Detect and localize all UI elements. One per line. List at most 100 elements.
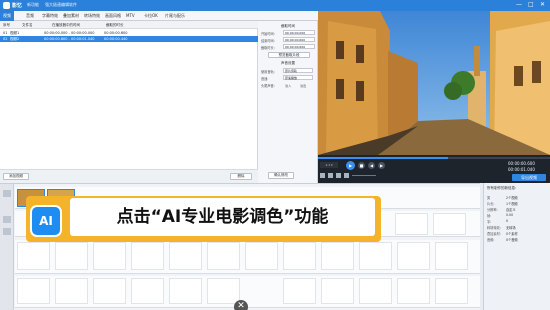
tab-audio[interactable]: 音频 — [26, 13, 34, 19]
current-time: 00:00:00.600 — [508, 161, 535, 166]
add-video-button[interactable]: 添加视频 — [3, 173, 29, 180]
section-trim-title: 截取时间 — [281, 24, 295, 28]
track-slot — [321, 278, 354, 304]
tab-mtv[interactable]: MTV — [126, 13, 135, 18]
menu-bar: 视频 音频 字幕特效 叠加素材 转场特效 画面风格 MTV 卡拉OK 片尾与配乐 — [0, 11, 318, 21]
start-time-field[interactable]: 00:00:00.000 — [283, 30, 315, 35]
track-slot — [435, 278, 468, 304]
info-label: 分辨率: — [487, 208, 498, 212]
row-duration: 00:00:00.440 — [104, 37, 128, 41]
track-slot — [433, 213, 466, 235]
subtitle-icon[interactable] — [3, 216, 11, 223]
tab-video[interactable]: 视频 — [0, 11, 14, 21]
tab-overlay-material[interactable]: 叠加素材 — [63, 13, 79, 19]
export-video-button[interactable]: 导出视频 — [512, 174, 546, 181]
info-label: 叠加素材: — [487, 232, 501, 236]
app-name: 影忆 — [12, 3, 23, 9]
player-controls: 1:1 ▾ ▶ ■ ◀ ▶ 00:00:00.600 00:00:01.040 … — [318, 155, 550, 183]
list-header: 序号 文件名 在播放器中的时间 截取的时长 — [0, 21, 258, 29]
prev-frame-button[interactable]: ◀ — [368, 162, 375, 169]
maximize-icon[interactable]: □ — [528, 1, 534, 8]
callout-text: 点击“AI专业电影调色”功能 — [116, 207, 329, 227]
speed-select[interactable]: 原速播放 — [283, 75, 313, 80]
col-duration: 截取的时长 — [106, 23, 124, 27]
music-icon[interactable] — [3, 228, 11, 235]
track-slot — [283, 278, 316, 304]
title-bar: 影忆 新功能 强大极速编辑软件 — □ ✕ — [0, 0, 550, 11]
zoom-select[interactable]: 1:1 ▾ — [320, 162, 338, 168]
folder-icon[interactable] — [328, 173, 333, 178]
section-audio-title: 声音设置 — [281, 61, 295, 65]
track-slot — [397, 242, 430, 270]
track-slot — [93, 278, 126, 304]
next-frame-button[interactable]: ▶ — [378, 162, 385, 169]
track-slot — [169, 278, 202, 304]
delete-button[interactable]: 删除 — [230, 173, 252, 180]
clip-settings-panel: 截取时间 开始时间: 00:00:00.000 结束时间: 00:00:00.6… — [258, 21, 318, 183]
info-value: 0个素材 — [506, 232, 518, 236]
track-slot — [397, 278, 430, 304]
project-info-panel: 所有制作的新信息: 类 2个视频 片长: 1个视频 分辨率: 自定义 帧: 0.… — [483, 183, 550, 310]
tab-karaoke[interactable]: 卡拉OK — [144, 13, 158, 19]
track-slot — [17, 242, 50, 270]
overlay-track — [15, 240, 480, 274]
col-index: 序号 — [3, 23, 10, 27]
end-time-field[interactable]: 00:00:00.600 — [283, 37, 315, 42]
player-tool-icons — [320, 173, 380, 179]
audio-track-label: 使用音轨: — [261, 70, 275, 74]
tab-transitions[interactable]: 转场特效 — [84, 13, 100, 19]
preview-frame-image — [318, 11, 550, 155]
info-label: 帧: — [487, 214, 492, 218]
stop-button[interactable]: ■ — [358, 162, 365, 169]
track-slot — [17, 278, 50, 304]
close-window-icon[interactable]: ✕ — [540, 1, 545, 8]
tab-subtitle-effects[interactable]: 字幕特效 — [42, 13, 58, 19]
row-index: 02 — [3, 37, 8, 41]
audio-track-select[interactable]: 原片音轨 — [283, 68, 313, 73]
timeline-toolbar — [0, 184, 14, 310]
audio-track — [15, 276, 480, 308]
preview-clip-button[interactable]: 预览截取片段 — [268, 52, 310, 58]
track-slot — [131, 278, 164, 304]
row-range: 00:00:00.600 - 00:00:01.040 — [44, 37, 95, 41]
start-time-label: 开始时间: — [261, 32, 275, 36]
info-value: 自定义 — [506, 208, 516, 212]
end-time-label: 结束时间: — [261, 39, 275, 43]
play-button[interactable]: ▶ — [346, 161, 355, 170]
volume-slider[interactable] — [352, 175, 376, 176]
track-slot — [395, 213, 428, 235]
info-value: 0.00 — [506, 213, 514, 217]
tab-picture-style[interactable]: 画面风格 — [105, 13, 121, 19]
video-preview — [318, 11, 550, 155]
track-slot — [359, 278, 392, 304]
table-row[interactable]: 02 视频2 00:00:00.600 - 00:00:01.040 00:00… — [0, 36, 258, 42]
new-feature-link[interactable]: 新功能 — [27, 2, 39, 8]
ai-icon-label: AI — [39, 214, 53, 228]
fade-in-checkbox[interactable]: 淡入 — [285, 83, 291, 88]
snapshot-icon[interactable] — [320, 173, 325, 178]
fade-out-checkbox[interactable]: 淡出 — [300, 83, 306, 88]
fade-label: 头尾声音: — [261, 84, 275, 88]
duration-field[interactable]: 00:00:00.600 — [283, 44, 315, 49]
row-duration: 00:00:00.600 — [104, 31, 128, 35]
confirm-changes-button[interactable]: 确认修改 — [268, 172, 294, 179]
duration-label: 截取时长: — [261, 46, 275, 50]
minimize-icon[interactable]: — — [516, 1, 522, 8]
progress-track[interactable] — [318, 157, 550, 159]
list-footer: 添加视频 删除 — [0, 169, 258, 183]
track-slot — [283, 242, 316, 270]
info-label: 音频: — [487, 238, 495, 242]
volume-icon[interactable] — [344, 173, 349, 178]
col-time-range: 在播放器中的时间 — [52, 23, 80, 27]
project-info-title: 所有制作的新信息: — [487, 186, 517, 190]
total-time: 00:00:01.040 — [508, 167, 535, 172]
close-icon[interactable]: ✕ — [234, 300, 248, 310]
settings-icon[interactable] — [336, 173, 341, 178]
speed-label: 音速: — [261, 77, 269, 81]
cut-icon[interactable] — [3, 190, 11, 197]
track-slot — [169, 242, 202, 270]
track-slot — [321, 242, 354, 270]
info-value: 0个音频 — [506, 238, 518, 242]
track-slot — [55, 242, 88, 270]
tab-ending-music[interactable]: 片尾与配乐 — [165, 13, 185, 19]
